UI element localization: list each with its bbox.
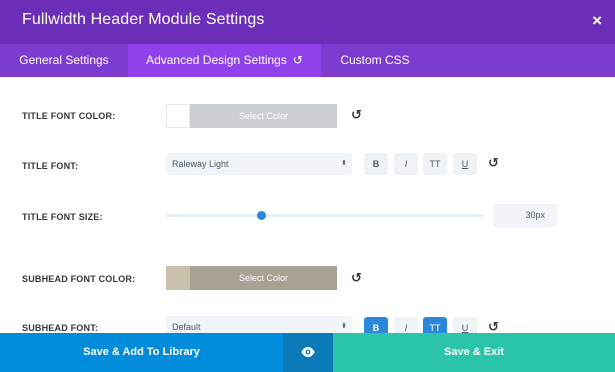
modal-footer: Save & Add To Library Save & Exit [0, 333, 615, 372]
modal-header: Fullwidth Header Module Settings × [0, 0, 615, 44]
subhead-font-color-select-button[interactable]: Select Color [190, 266, 337, 290]
tab-advanced-design-settings[interactable]: Advanced Design Settings ↺ [128, 44, 321, 77]
title-font-value: Raleway Light [172, 159, 229, 169]
save-exit-button[interactable]: Save & Exit [333, 333, 615, 372]
title-font-bold-button[interactable]: B [364, 153, 388, 175]
title-font-select[interactable]: Raleway Light ⬍ [166, 153, 352, 175]
subhead-font-select[interactable]: Default ⬍ [166, 316, 352, 333]
tab-custom-css[interactable]: Custom CSS [321, 44, 429, 77]
reset-icon[interactable]: ↺ [293, 53, 303, 67]
title-font-size-input[interactable]: 30px [493, 204, 557, 227]
tab-general-settings[interactable]: General Settings [0, 44, 128, 77]
tab-label: Custom CSS [340, 53, 410, 67]
title-font-color-label: Title Font Color: [22, 111, 116, 121]
subhead-font-reset-icon[interactable]: ↺ [488, 320, 499, 334]
title-font-underline-button[interactable]: U [453, 153, 477, 175]
subhead-font-color-swatch[interactable] [166, 266, 190, 290]
select-caret-icon: ⬍ [341, 323, 347, 330]
tab-bar: General Settings Advanced Design Setting… [0, 44, 615, 77]
settings-panel: Title Font Color: Select Color ↺ Title F… [0, 77, 615, 333]
title-font-size-slider-handle[interactable] [257, 211, 267, 220]
title-font-reset-icon[interactable]: ↺ [488, 156, 499, 170]
tab-label: General Settings [19, 53, 109, 67]
subhead-font-color-label: Subhead Font Color: [22, 274, 136, 284]
subhead-font-bold-button[interactable]: B [364, 317, 388, 333]
close-icon[interactable]: × [592, 11, 602, 31]
subhead-font-uppercase-button[interactable]: TT [423, 317, 447, 333]
title-font-italic-button[interactable]: I [394, 153, 418, 175]
title-font-color-swatch[interactable] [166, 104, 190, 128]
subhead-font-color-reset-icon[interactable]: ↺ [351, 271, 362, 285]
modal-title: Fullwidth Header Module Settings [22, 11, 265, 28]
title-font-size-slider-track[interactable] [166, 214, 484, 217]
select-caret-icon: ⬍ [341, 160, 347, 167]
subhead-font-underline-button[interactable]: U [453, 317, 477, 333]
title-font-color-reset-icon[interactable]: ↺ [351, 108, 362, 122]
title-font-size-label: Title Font Size: [22, 212, 103, 222]
subhead-font-italic-button[interactable]: I [394, 317, 418, 333]
title-font-label: Title Font: [22, 161, 79, 171]
title-font-color-select-button[interactable]: Select Color [190, 104, 337, 128]
preview-button[interactable] [283, 333, 333, 372]
tab-label: Advanced Design Settings [146, 53, 287, 67]
subhead-font-value: Default [172, 322, 201, 332]
eye-icon [301, 347, 315, 357]
save-add-to-library-button[interactable]: Save & Add To Library [0, 333, 283, 372]
subhead-font-label: Subhead Font: [22, 323, 99, 333]
title-font-uppercase-button[interactable]: TT [423, 153, 447, 175]
